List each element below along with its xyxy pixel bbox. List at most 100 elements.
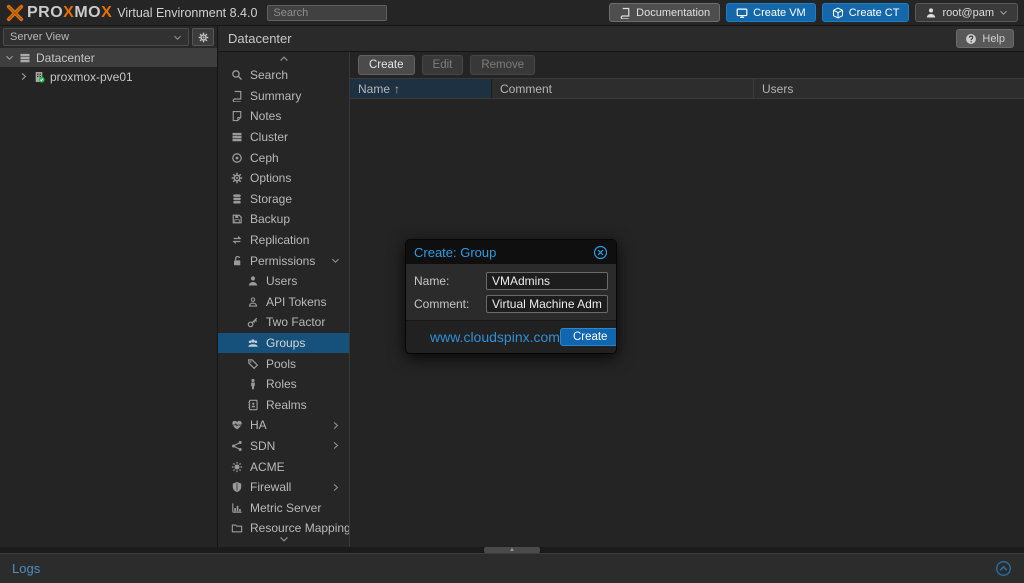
replication-icon [231,234,243,246]
splitter-handle[interactable]: ▲ [484,547,540,553]
proxmox-logo: PROXMOX [6,4,112,22]
edit-group-button[interactable]: Edit [422,55,464,75]
network-nodes-icon [231,440,243,452]
monitor-icon [736,7,748,19]
content-header: Datacenter Help [218,26,1024,52]
help-button[interactable]: Help [956,29,1014,48]
tree-node-datacenter[interactable]: Datacenter [0,48,217,67]
watermark-text: www.cloudspinx.com [430,329,560,345]
create-ct-button[interactable]: Create CT [822,3,910,22]
storage-icon [231,193,243,205]
proxmox-x-logo-icon [6,4,24,22]
node-online-icon [33,71,45,83]
sidebar-item-firewall[interactable]: Firewall [218,477,349,498]
dialog-header[interactable]: Create: Group [406,240,616,264]
user-outline-icon [247,296,259,308]
column-header-users[interactable]: Users [754,79,1024,98]
cluster-icon [231,131,243,143]
sidebar-item-notes[interactable]: Notes [218,106,349,127]
certificate-seal-icon [231,461,243,473]
person-icon [247,378,259,390]
sidebar-item-replication[interactable]: Replication [218,230,349,251]
logs-label: Logs [12,561,40,576]
create-vm-button[interactable]: Create VM [726,3,816,22]
logs-bar[interactable]: Logs [0,553,1024,583]
create-group-dialog: Create: Group Name: Comment: www.cloudsp… [405,239,617,354]
create-group-button[interactable]: Create [358,55,415,75]
sidebar-item-summary[interactable]: Summary [218,86,349,107]
sidebar-item-options[interactable]: Options [218,168,349,189]
global-search-input[interactable] [267,5,387,21]
top-bar: PROXMOX Virtual Environment 8.4.0 Docume… [0,0,1024,26]
tree-node-proxmox-pve01[interactable]: proxmox-pve01 [0,67,217,86]
note-icon [231,110,243,122]
chevron-down-icon [331,256,340,265]
dialog-body: Name: Comment: [406,264,616,320]
sidebar-item-ceph[interactable]: Ceph [218,147,349,168]
sidebar-item-roles[interactable]: Roles [218,374,349,395]
tree-settings-button[interactable] [192,28,214,46]
heartbeat-icon [231,419,243,431]
version-subtitle: Virtual Environment 8.4.0 [117,6,257,20]
chevron-right-icon [331,441,340,450]
sidebar-item-groups[interactable]: Groups [218,333,349,354]
menu-scroll-up[interactable] [218,52,349,65]
expand-logs-icon[interactable] [995,560,1012,577]
unlock-icon [231,255,243,267]
sidebar-item-backup[interactable]: Backup [218,209,349,230]
view-select[interactable]: Server View [3,28,189,46]
name-field-label: Name: [414,274,486,288]
user-icon [247,275,259,287]
column-header-name[interactable]: Name ↑ [350,79,492,98]
sidebar-item-ha[interactable]: HA [218,415,349,436]
sidebar-item-search[interactable]: Search [218,65,349,86]
floppy-icon [231,213,243,225]
book-icon [231,90,243,102]
sidebar-item-users[interactable]: Users [218,271,349,292]
tags-icon [247,358,259,370]
sidebar-item-acme[interactable]: ACME [218,456,349,477]
user-menu-button[interactable]: root@pam [915,3,1018,22]
config-menu: Search Summary Notes Cluster Ceph Option… [218,52,350,547]
sidebar-item-storage[interactable]: Storage [218,189,349,210]
book-icon [619,7,631,19]
sidebar-item-api-tokens[interactable]: API Tokens [218,292,349,313]
panel-splitter: ▲ [0,547,1024,553]
sort-asc-icon: ↑ [394,82,400,96]
sidebar-item-sdn[interactable]: SDN [218,436,349,457]
cube-icon [832,7,844,19]
sidebar-item-cluster[interactable]: Cluster [218,127,349,148]
column-header-comment[interactable]: Comment [492,79,754,98]
groups-toolbar: Create Edit Remove [350,52,1024,78]
sidebar-item-realms[interactable]: Realms [218,395,349,416]
shield-icon [231,481,243,493]
search-icon [231,69,243,81]
sidebar-item-permissions[interactable]: Permissions [218,250,349,271]
dialog-create-button[interactable]: Create [560,328,617,346]
gear-icon [198,32,209,43]
comment-field-label: Comment: [414,297,486,311]
resource-tree-panel: Server View Datacenter proxmo [0,26,218,547]
sidebar-item-metric-server[interactable]: Metric Server [218,497,349,518]
group-name-input[interactable] [486,272,608,290]
address-book-icon [247,399,259,411]
datacenter-icon [19,52,31,64]
group-comment-input[interactable] [486,295,608,313]
dialog-title: Create: Group [414,245,496,260]
proxmox-app: PROXMOX Virtual Environment 8.4.0 Docume… [0,0,1024,583]
chevron-down-icon [173,33,182,42]
remove-group-button[interactable]: Remove [470,55,535,75]
logo-wordmark: PROXMOX [27,4,112,22]
chevron-down-icon [999,8,1008,17]
sidebar-item-pools[interactable]: Pools [218,353,349,374]
sidebar-item-two-factor[interactable]: Two Factor [218,312,349,333]
bar-chart-icon [231,502,243,514]
chevron-right-icon [331,421,340,430]
dialog-footer: www.cloudspinx.com Create [406,320,616,353]
close-icon[interactable] [593,245,608,260]
chevron-down-icon [279,534,289,544]
page-title: Datacenter [228,31,292,46]
menu-scroll-down[interactable] [218,533,349,545]
documentation-button[interactable]: Documentation [609,3,720,22]
user-icon [925,7,937,19]
